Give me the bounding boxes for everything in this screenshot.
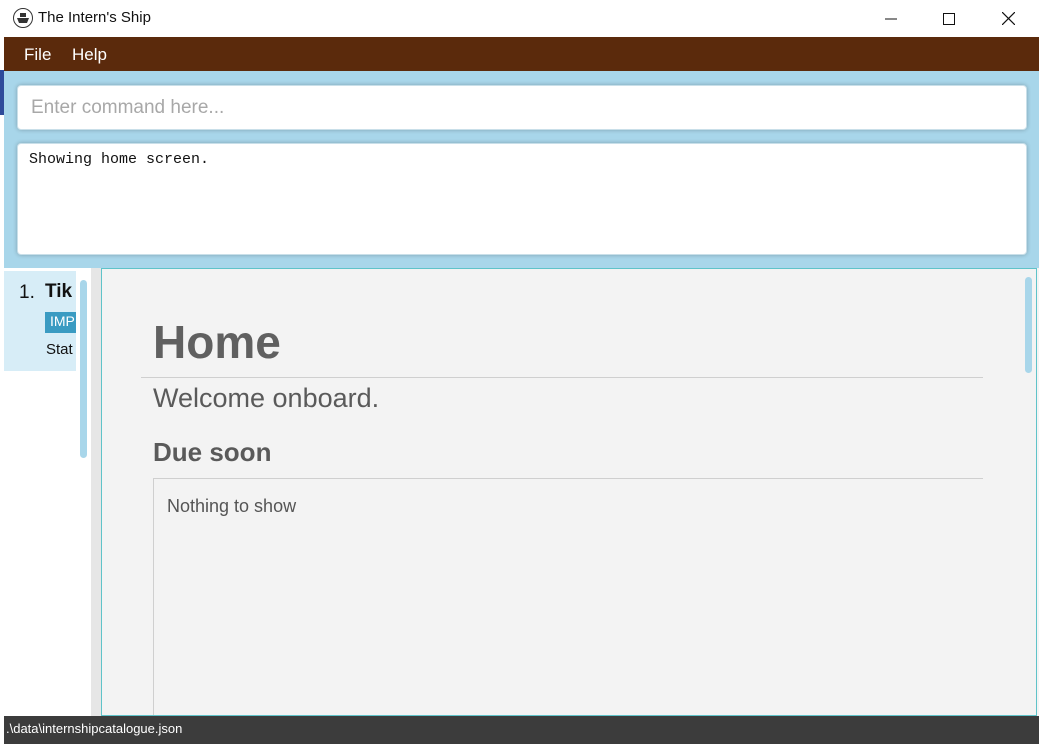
- home-panel: Home Welcome onboard. Due soon Nothing t…: [101, 268, 1037, 716]
- close-button[interactable]: [979, 0, 1037, 37]
- split-divider[interactable]: [91, 268, 101, 716]
- menu-help[interactable]: Help: [72, 45, 107, 65]
- maximize-button[interactable]: [920, 0, 978, 37]
- list-item-index: 1.: [19, 282, 35, 303]
- welcome-text: Welcome onboard.: [153, 383, 380, 413]
- status-bar: .\data\internshipcatalogue.json: [4, 716, 1039, 744]
- data-file-path: .\data\internshipcatalogue.json: [6, 721, 183, 736]
- result-text: Showing home screen.: [29, 151, 210, 168]
- main-content: Showing home screen. 1. Tik IMP Stat Hom…: [4, 71, 1039, 716]
- ship-icon: [13, 8, 33, 28]
- close-icon: [1001, 12, 1015, 25]
- list-item-tag: IMP: [45, 312, 76, 333]
- window-title: The Intern's Ship: [38, 9, 151, 26]
- menu-bar: File Help: [4, 37, 1039, 71]
- maximize-icon: [943, 12, 955, 25]
- due-soon-heading: Due soon: [153, 437, 272, 467]
- result-display: Showing home screen.: [17, 143, 1027, 255]
- command-box: [17, 85, 1027, 130]
- title-bar[interactable]: The Intern's Ship: [4, 0, 1039, 37]
- internship-list: 1. Tik IMP Stat: [4, 268, 91, 716]
- title-divider: [141, 377, 983, 378]
- menu-file[interactable]: File: [24, 45, 51, 65]
- list-item-name: Tik: [45, 281, 73, 302]
- lower-panel: 1. Tik IMP Stat Home Welcome onboard. Du…: [4, 268, 1039, 716]
- command-input[interactable]: [18, 86, 1026, 129]
- minimize-button[interactable]: [862, 0, 920, 37]
- app-window: The Intern's Ship File Help Showing home…: [4, 0, 1039, 744]
- due-soon-empty-text: Nothing to show: [167, 496, 297, 516]
- minimize-icon: [885, 18, 897, 19]
- home-scrollbar-thumb[interactable]: [1025, 277, 1032, 373]
- list-item-status: Stat: [46, 341, 73, 358]
- due-soon-list: Nothing to show: [153, 478, 983, 715]
- list-item[interactable]: 1. Tik IMP Stat: [4, 271, 76, 371]
- list-scrollbar-thumb[interactable]: [80, 280, 87, 458]
- page-title: Home: [153, 316, 281, 368]
